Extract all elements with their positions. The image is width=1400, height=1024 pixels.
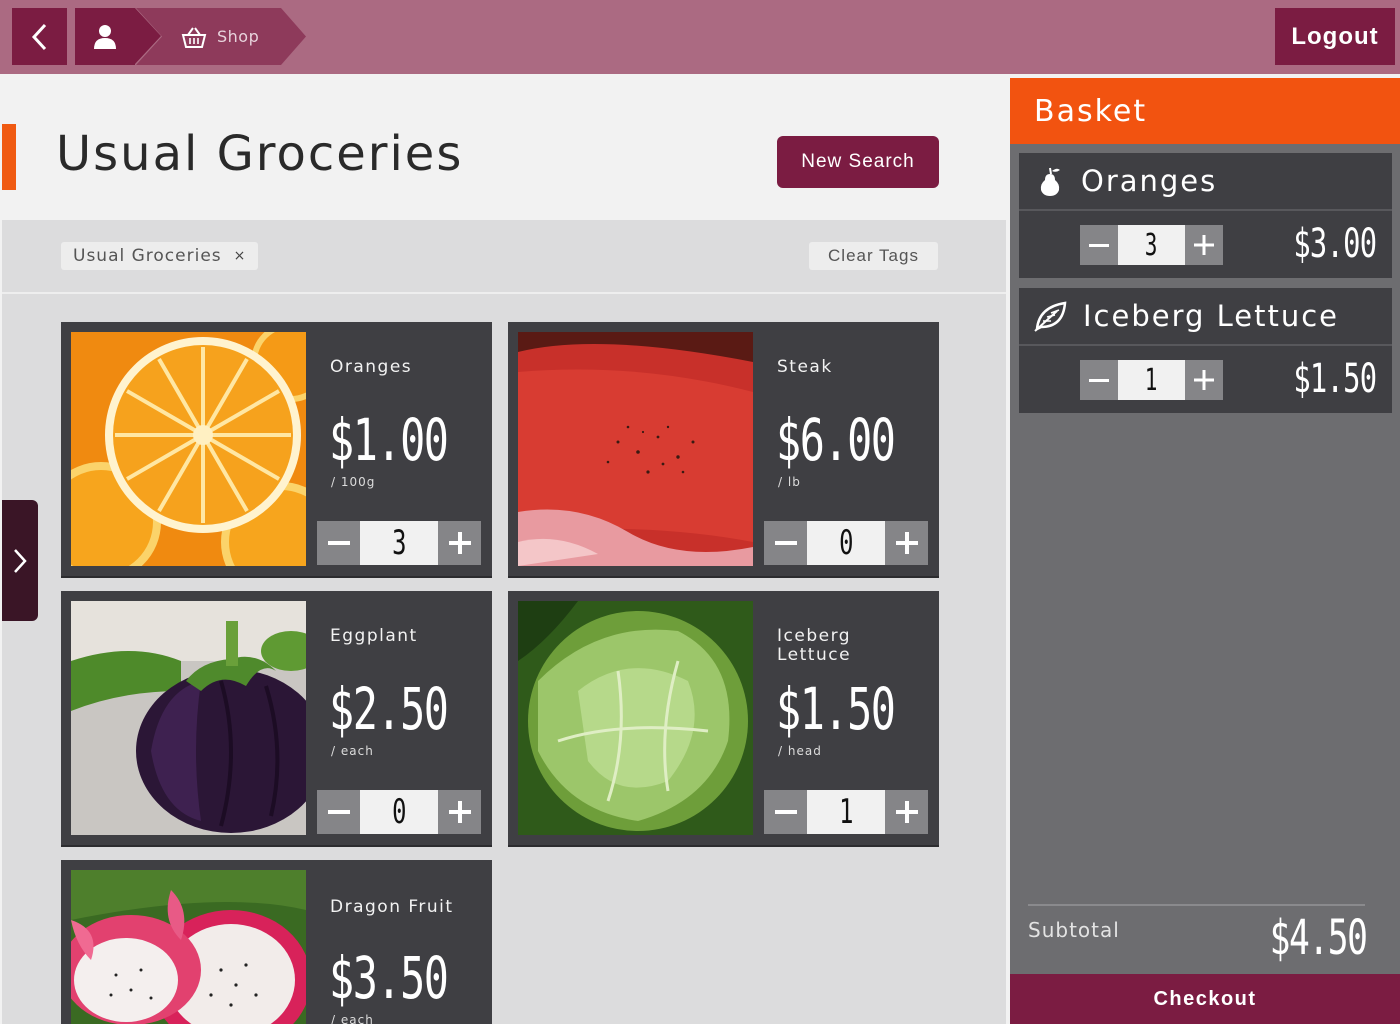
product-unit: / each: [331, 744, 374, 758]
product-image-iceberg-lettuce: [518, 601, 753, 835]
decrement-button[interactable]: [317, 790, 360, 834]
chevron-right-icon: [14, 548, 27, 573]
user-button[interactable]: [75, 8, 135, 65]
basket-item-oranges: Oranges 3 $3.00: [1019, 153, 1392, 278]
product-price: $3.50: [329, 944, 449, 1012]
decrement-button[interactable]: [764, 521, 807, 565]
basket-item-iceberg-lettuce: Iceberg Lettuce 1 $1.50: [1019, 288, 1392, 413]
increment-button[interactable]: [885, 521, 928, 565]
increment-button[interactable]: [1185, 360, 1223, 400]
basket-item-name: Iceberg Lettuce: [1083, 299, 1340, 333]
plus-icon: [895, 532, 918, 554]
expand-drawer-button[interactable]: [2, 500, 38, 621]
basket-quantity-stepper: 3: [1080, 225, 1223, 265]
basket-item-price: $3.00: [1292, 221, 1377, 267]
product-card-oranges[interactable]: Oranges $1.00 / 100g 3: [61, 322, 492, 576]
product-card-eggplant[interactable]: Eggplant $2.50 / each 0: [61, 591, 492, 845]
product-price: $1.50: [776, 675, 896, 743]
pear-icon: [1040, 167, 1060, 196]
quantity-text: 3: [1145, 227, 1158, 263]
product-name: Steak: [777, 357, 833, 377]
quantity-stepper: 3: [317, 521, 481, 565]
quantity-value[interactable]: 0: [360, 790, 438, 834]
minus-icon: [774, 541, 797, 545]
product-name: Dragon Fruit: [330, 897, 454, 917]
back-button[interactable]: [12, 8, 67, 65]
new-search-button[interactable]: New Search: [777, 136, 939, 188]
decrement-button[interactable]: [317, 521, 360, 565]
product-image-eggplant: [71, 601, 306, 835]
basket-item-header: Iceberg Lettuce: [1019, 288, 1392, 346]
product-unit: / 100g: [331, 475, 376, 489]
product-image-dragon-fruit: [71, 870, 306, 1024]
title-accent-bar: [2, 124, 16, 190]
decrement-button[interactable]: [1080, 225, 1118, 265]
quantity-text: 0: [391, 792, 407, 832]
basket-item-name: Oranges: [1081, 164, 1218, 198]
chevron-left-icon: [31, 23, 46, 50]
minus-icon: [1089, 243, 1109, 247]
quantity-value[interactable]: 0: [807, 521, 885, 565]
quantity-stepper: 1: [764, 790, 928, 834]
basket-quantity-stepper: 1: [1080, 360, 1223, 400]
product-price: $2.50: [329, 675, 449, 743]
product-unit: / lb: [778, 475, 801, 489]
plus-icon: [1194, 370, 1214, 390]
subtotal-value: $4.50: [1269, 910, 1367, 966]
product-image-steak: [518, 332, 753, 566]
product-card-steak[interactable]: Steak $6.00 / lb 0: [508, 322, 939, 576]
minus-icon: [327, 810, 350, 814]
plus-icon: [448, 801, 471, 823]
decrement-button[interactable]: [1080, 360, 1118, 400]
breadcrumb-shop-label: Shop: [217, 27, 260, 46]
checkout-button[interactable]: Checkout: [1010, 974, 1400, 1024]
subtotal-divider: [1028, 904, 1365, 906]
product-price: $1.00: [329, 406, 449, 474]
quantity-stepper: 0: [764, 521, 928, 565]
quantity-text: 0: [838, 523, 854, 563]
product-unit: / head: [778, 744, 822, 758]
quantity-text: 1: [1145, 362, 1158, 398]
tag-label: Usual Groceries: [73, 246, 222, 266]
basket-item-price: $1.50: [1292, 356, 1377, 402]
plus-icon: [895, 801, 918, 823]
product-card-iceberg-lettuce[interactable]: Iceberg Lettuce $1.50 / head 1: [508, 591, 939, 845]
product-image-oranges: [71, 332, 306, 566]
increment-button[interactable]: [885, 790, 928, 834]
logout-button[interactable]: Logout: [1275, 8, 1395, 65]
clear-tags-button[interactable]: Clear Tags: [809, 242, 938, 270]
basket-title: Basket: [1010, 78, 1400, 144]
decrement-button[interactable]: [764, 790, 807, 834]
quantity-value[interactable]: 3: [1118, 225, 1185, 265]
user-icon: [94, 24, 116, 49]
plus-icon: [448, 532, 471, 554]
product-card-dragon-fruit[interactable]: Dragon Fruit $3.50 / each: [61, 860, 492, 1024]
tag-chip[interactable]: Usual Groceries ×: [61, 242, 259, 270]
minus-icon: [774, 810, 797, 814]
minus-icon: [327, 541, 350, 545]
subtotal-label: Subtotal: [1028, 918, 1120, 942]
increment-button[interactable]: [438, 790, 481, 834]
quantity-value[interactable]: 1: [1118, 360, 1185, 400]
minus-icon: [1089, 378, 1109, 382]
product-unit: / each: [331, 1013, 374, 1024]
tag-remove-icon[interactable]: ×: [234, 248, 247, 264]
quantity-text: 3: [391, 523, 407, 563]
quantity-value[interactable]: 1: [807, 790, 885, 834]
leaf-icon: [1034, 301, 1067, 332]
quantity-text: 1: [838, 792, 854, 832]
basket-item-header: Oranges: [1019, 153, 1392, 211]
product-name: Eggplant: [330, 626, 418, 646]
increment-button[interactable]: [1185, 225, 1223, 265]
page-title: Usual Groceries: [56, 126, 464, 182]
product-price: $6.00: [776, 406, 896, 474]
basket-icon: [181, 26, 207, 48]
product-name: Iceberg Lettuce: [777, 626, 852, 665]
increment-button[interactable]: [438, 521, 481, 565]
product-name: Oranges: [330, 357, 413, 377]
quantity-value[interactable]: 3: [360, 521, 438, 565]
plus-icon: [1194, 235, 1214, 255]
quantity-stepper: 0: [317, 790, 481, 834]
